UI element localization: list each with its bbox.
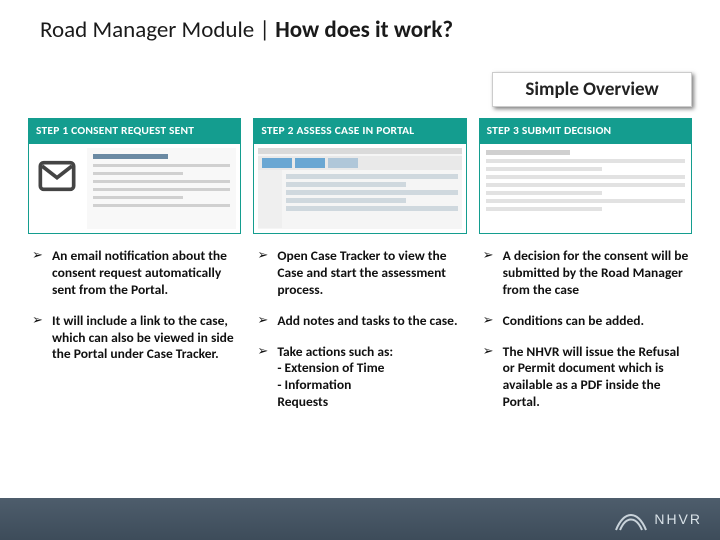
title-prefix: Road Manager Module | bbox=[40, 16, 275, 44]
title-bold: How does it work? bbox=[275, 16, 453, 44]
list-item: Add notes and tasks to the case. bbox=[257, 313, 466, 330]
list-item: Conditions can be added. bbox=[483, 313, 692, 330]
list-item: Open Case Tracker to view the Case and s… bbox=[257, 248, 466, 299]
step-2-bullets: Open Case Tracker to view the Case and s… bbox=[253, 248, 466, 411]
step-1-thumbnail bbox=[28, 144, 241, 234]
step-3-bullets: A decision for the consent will be submi… bbox=[479, 248, 692, 411]
subtitle-text: Simple Overview bbox=[525, 78, 658, 101]
step-3-column: STEP 3 SUBMIT DECISION A decision for th… bbox=[479, 118, 692, 427]
logo-text: NHVR bbox=[654, 511, 702, 527]
mail-icon bbox=[35, 156, 79, 196]
list-item: A decision for the consent will be submi… bbox=[483, 248, 692, 299]
list-item: It will include a link to the case, whic… bbox=[32, 313, 241, 364]
page-title: Road Manager Module | How does it work? bbox=[40, 16, 453, 44]
step-2-header: STEP 2 ASSESS CASE IN PORTAL bbox=[253, 118, 466, 144]
nhvr-logo: NHVR bbox=[614, 506, 702, 532]
step-2-thumbnail bbox=[253, 144, 466, 234]
list-item: An email notification about the consent … bbox=[32, 248, 241, 299]
step-2-column: STEP 2 ASSESS CASE IN PORTAL Open Case T… bbox=[253, 118, 466, 427]
subtitle-box: Simple Overview bbox=[492, 72, 692, 107]
footer-bar: NHVR bbox=[0, 498, 720, 540]
step-3-header: STEP 3 SUBMIT DECISION bbox=[479, 118, 692, 144]
list-item: The NHVR will issue the Refusal or Permi… bbox=[483, 344, 692, 412]
step-1-column: STEP 1 CONSENT REQUEST SENT An email not… bbox=[28, 118, 241, 427]
step-3-thumbnail bbox=[479, 144, 692, 234]
step-1-bullets: An email notification about the consent … bbox=[28, 248, 241, 363]
steps-row: STEP 1 CONSENT REQUEST SENT An email not… bbox=[28, 118, 692, 427]
logo-mark-icon bbox=[614, 506, 648, 532]
list-item: Take actions such as: - Extension of Tim… bbox=[257, 344, 466, 412]
step-1-header: STEP 1 CONSENT REQUEST SENT bbox=[28, 118, 241, 144]
